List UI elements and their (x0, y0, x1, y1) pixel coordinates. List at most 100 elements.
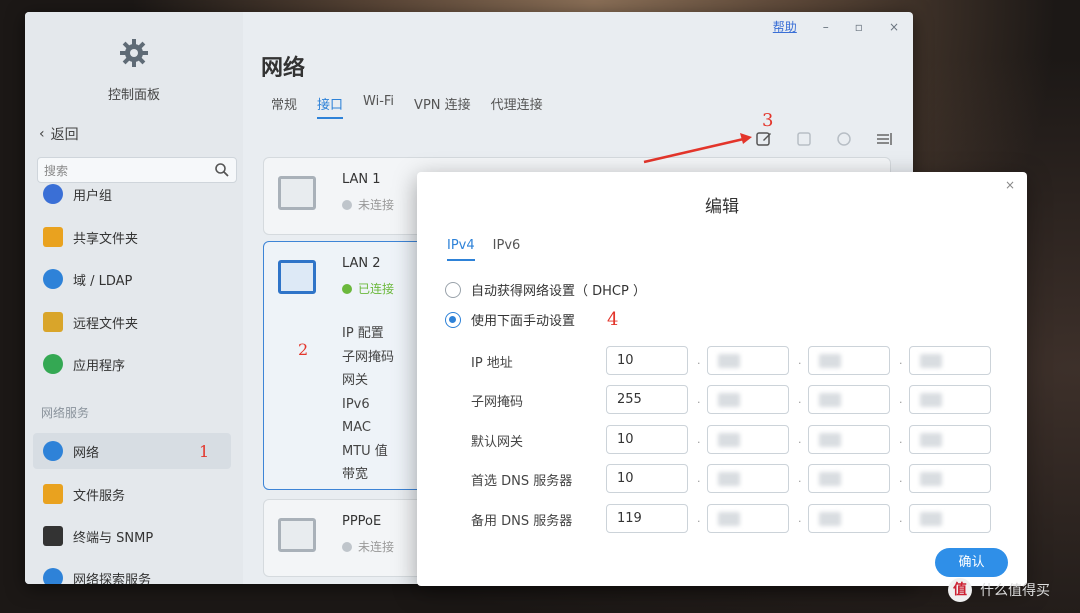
interface-toolbar (755, 130, 893, 148)
dns2-octet-1-input[interactable]: 119 (606, 504, 688, 533)
dns2-octet-4-input[interactable] (909, 504, 991, 533)
dns2-octet-3-input[interactable] (808, 504, 890, 533)
sidebar-item-label: 终端与 SNMP (73, 530, 154, 546)
interface-status: 已连接 (342, 280, 394, 297)
octet-separator: . (899, 472, 903, 485)
dns1-octet-3-input[interactable] (808, 464, 890, 493)
interface-status: 未连接 (342, 538, 394, 555)
tab-vpn[interactable]: VPN 连接 (414, 94, 471, 119)
gateway-octet-3-input[interactable] (808, 425, 890, 454)
folder-icon (43, 227, 63, 247)
close-icon[interactable]: × (889, 20, 899, 34)
annotation-marker-2: 2 (298, 340, 309, 359)
gateway-octet-2-input[interactable] (707, 425, 789, 454)
dns2-octet-2-input[interactable] (707, 504, 789, 533)
mask-octet-4-input[interactable] (909, 385, 991, 414)
detail-label: IP 配置 (342, 326, 384, 341)
sidebar-item-user-groups[interactable]: 用户组 (33, 176, 231, 212)
ip-octet-2-input[interactable] (707, 346, 789, 375)
octet-separator: . (798, 512, 802, 525)
ethernet-port-icon (278, 176, 316, 210)
octet-separator: . (899, 354, 903, 367)
back-label: 返回 (50, 127, 79, 143)
dhcp-option[interactable]: 自动获得网络设置（ DHCP ） (445, 280, 646, 299)
interface-status: 未连接 (342, 196, 394, 213)
sidebar-item-network-discovery[interactable]: 网络探索服务 (33, 560, 231, 584)
tab-ipv6[interactable]: IPv6 (493, 238, 521, 261)
sidebar-item-remote-folder[interactable]: 远程文件夹 (33, 304, 231, 340)
detail-label: 带宽 (342, 467, 369, 482)
gateway-octet-4-input[interactable] (909, 425, 991, 454)
sidebar-item-terminal-snmp[interactable]: 终端与 SNMP (33, 518, 231, 554)
sidebar-item-file-service[interactable]: 文件服务 (33, 476, 231, 512)
mask-octet-1-input[interactable]: 255 (606, 385, 688, 414)
sidebar: 控制面板 ‹ 返回 搜索 用户组 共享文件夹 域 / LDAP 远程文件夹 应用… (25, 12, 243, 584)
detail-label: MTU 值 (342, 443, 388, 459)
radio-dhcp[interactable] (445, 281, 461, 298)
annotation-marker-4: 4 (607, 309, 619, 330)
octet-separator: . (697, 433, 701, 446)
help-link[interactable]: 帮助 (773, 18, 797, 35)
tab-wifi[interactable]: Wi-Fi (363, 94, 394, 119)
sidebar-item-label: 用户组 (73, 188, 113, 204)
status-dot-icon (342, 199, 352, 210)
settings-icon[interactable] (835, 130, 853, 148)
gateway-octet-1-input[interactable]: 10 (606, 425, 688, 454)
mask-octet-2-input[interactable] (707, 385, 789, 414)
main-tabs: 常规 接口 Wi-Fi VPN 连接 代理连接 (271, 94, 543, 119)
info-icon[interactable] (795, 130, 813, 148)
back-button[interactable]: ‹ 返回 (39, 124, 79, 144)
users-icon (43, 184, 63, 204)
list-settings-icon[interactable] (875, 130, 893, 148)
dialog-title: 编辑 (705, 197, 739, 217)
dialog-close-icon[interactable]: × (1005, 178, 1015, 192)
gear-icon (120, 39, 148, 67)
edit-dialog: 编辑 × IPv4 IPv6 自动获得网络设置（ DHCP ） 使用下面手动设置… (417, 172, 1027, 586)
ethernet-port-icon (278, 260, 316, 294)
ip-octet-1-input[interactable]: 10 (606, 346, 688, 375)
field-label: 备用 DNS 服务器 (471, 514, 573, 529)
confirm-button[interactable]: 确认 (935, 548, 1008, 577)
status-dot-icon (342, 283, 352, 294)
tab-general[interactable]: 常规 (271, 94, 297, 119)
radio-manual[interactable] (445, 311, 461, 328)
file-service-icon (43, 484, 63, 504)
sidebar-item-domain-ldap[interactable]: 域 / LDAP (33, 261, 231, 297)
ip-octet-3-input[interactable] (808, 346, 890, 375)
detail-label: IPv6 (342, 396, 370, 412)
octet-separator: . (798, 354, 802, 367)
interface-name: LAN 1 (342, 172, 381, 187)
tab-ipv4[interactable]: IPv4 (447, 238, 475, 261)
octet-separator: . (798, 472, 802, 485)
page-title: 网络 (261, 56, 306, 81)
sidebar-item-label: 域 / LDAP (73, 273, 133, 289)
status-text: 未连接 (358, 540, 395, 554)
dns1-octet-4-input[interactable] (909, 464, 991, 493)
domain-icon (43, 269, 63, 289)
manual-option[interactable]: 使用下面手动设置 4 (445, 309, 618, 330)
octet-separator: . (798, 433, 802, 446)
ethernet-port-icon (278, 518, 316, 552)
interface-name: PPPoE (342, 514, 382, 529)
octet-separator: . (899, 433, 903, 446)
tab-proxy[interactable]: 代理连接 (491, 94, 543, 119)
watermark-logo-icon: 值 (948, 578, 972, 602)
option-label: 自动获得网络设置（ DHCP ） (471, 284, 646, 299)
sidebar-item-shared-folder[interactable]: 共享文件夹 (33, 219, 231, 255)
dns1-octet-1-input[interactable]: 10 (606, 464, 688, 493)
annotation-marker-3: 3 (762, 110, 774, 131)
network-icon (43, 441, 63, 461)
dns1-octet-2-input[interactable] (707, 464, 789, 493)
ip-octet-4-input[interactable] (909, 346, 991, 375)
discovery-icon (43, 568, 63, 584)
mask-octet-3-input[interactable] (808, 385, 890, 414)
sidebar-header: 控制面板 (25, 38, 243, 103)
sidebar-item-apps[interactable]: 应用程序 (33, 346, 231, 382)
tab-interface[interactable]: 接口 (317, 94, 344, 119)
sidebar-item-label: 应用程序 (73, 358, 126, 374)
field-label: 首选 DNS 服务器 (471, 474, 573, 489)
sidebar-item-network[interactable]: 网络 1 (33, 433, 231, 469)
minimize-icon[interactable]: – (823, 20, 829, 34)
maximize-icon[interactable]: ▫ (855, 20, 863, 34)
sidebar-section-label: 网络服务 (41, 406, 90, 420)
